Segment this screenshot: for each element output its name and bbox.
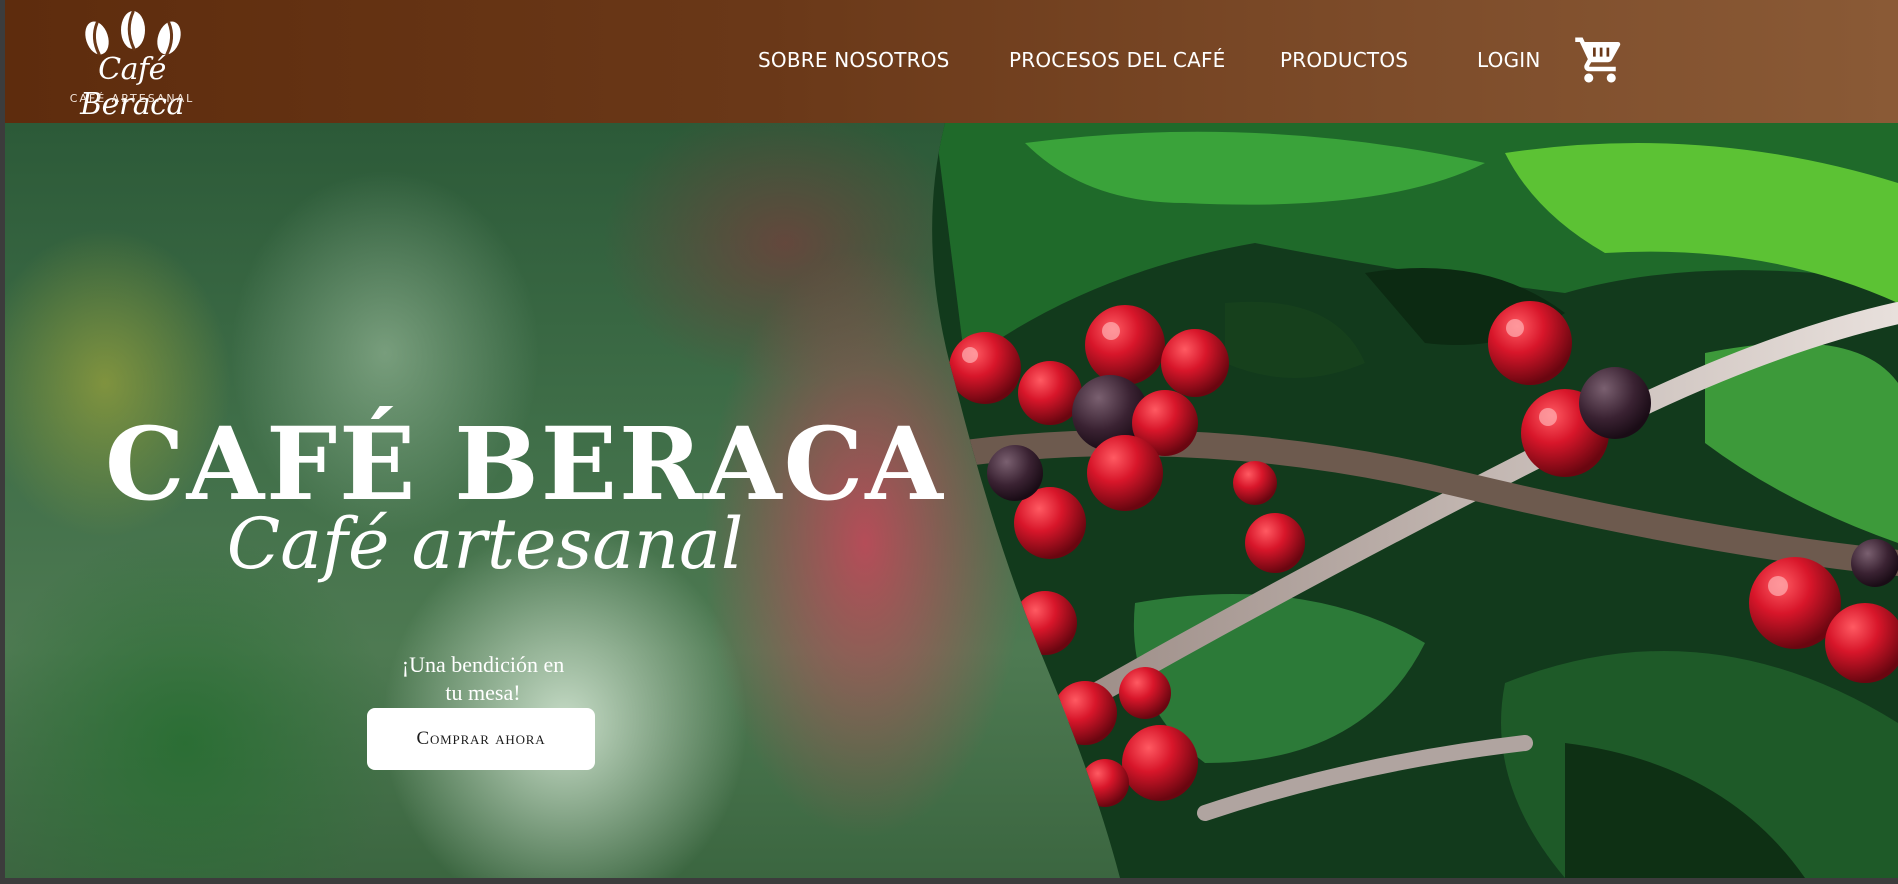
site-header: Café Beraca CAFÉ ARTESANAL SOBRE NOSOTRO… xyxy=(5,0,1898,123)
nav-item-procesos-del-cafe[interactable]: PROCESOS DEL CAFÉ xyxy=(1009,48,1226,72)
buy-now-button[interactable]: Comprar ahora xyxy=(367,708,595,770)
nav-item-sobre-nosotros[interactable]: SOBRE NOSOTROS xyxy=(758,48,950,72)
main-nav: SOBRE NOSOTROS PROCESOS DEL CAFÉ PRODUCT… xyxy=(5,0,1898,123)
page: Café Beraca CAFÉ ARTESANAL SOBRE NOSOTRO… xyxy=(0,0,1898,884)
nav-item-productos[interactable]: PRODUCTOS xyxy=(1280,48,1408,72)
hero-tagline-line2: tu mesa! xyxy=(445,680,521,705)
hero-tagline: ¡Una bendición en tu mesa! xyxy=(383,651,583,707)
hero-subtitle: Café artesanal xyxy=(226,503,744,585)
shopping-cart-icon[interactable] xyxy=(1573,33,1627,87)
nav-item-login[interactable]: LOGIN xyxy=(1477,48,1541,72)
hero-section: CAFÉ BERACA Café artesanal ¡Una bendició… xyxy=(5,123,1898,878)
browser-viewport: Café Beraca CAFÉ ARTESANAL SOBRE NOSOTRO… xyxy=(5,0,1898,878)
hero-tagline-line1: ¡Una bendición en xyxy=(401,652,565,677)
